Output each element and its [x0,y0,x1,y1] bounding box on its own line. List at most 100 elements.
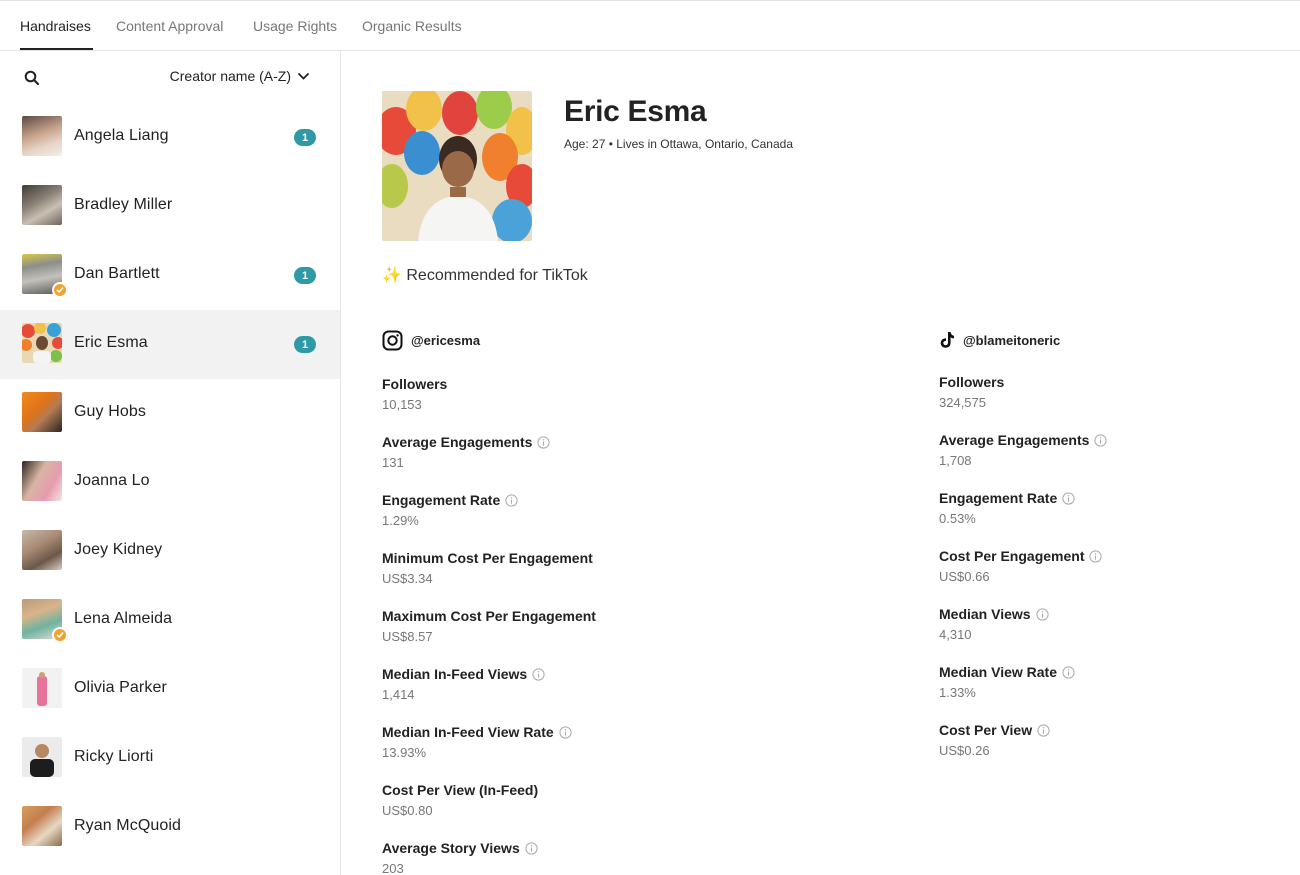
info-icon[interactable] [532,667,545,681]
instagram-metric-average-story-views: Average Story Views 203 [382,840,782,875]
info-icon[interactable] [1062,491,1075,505]
creator-row-eric-esma[interactable]: Eric Esma 1 [0,310,340,379]
avatar [22,806,62,846]
metric-label-text: Average Story Views [382,840,520,856]
creator-name: Lena Almeida [74,610,173,627]
metric-label: Engagement Rate [382,492,782,508]
metric-label-text: Cost Per View [939,722,1033,738]
active-tab-indicator [20,48,93,50]
instagram-metric-followers: Followers 10,153 [382,376,782,412]
metric-label-text: Median In-Feed View Rate [382,724,554,740]
metric-label-text: Maximum Cost Per Engagement [382,608,596,624]
info-icon[interactable] [1062,665,1075,679]
info-icon[interactable] [1089,549,1103,563]
instagram-handle-text: @ericesma [411,332,481,348]
metric-label-text: Followers [939,374,1005,390]
metric-value: 0.53% [939,511,976,526]
metric-value: 10,153 [382,397,422,412]
creator-name: Joanna Lo [74,472,150,489]
metric-label: Average Story Views [382,840,782,856]
creator-row-olivia-parker[interactable]: Olivia Parker [0,655,340,724]
avatar [22,185,62,225]
tab-handraises[interactable]: Handraises [20,18,91,34]
tiktok-metric-median-views: Median Views 4,310 [939,606,1300,642]
metric-label: Engagement Rate [939,490,1300,506]
creator-name: Dan Bartlett [74,265,160,282]
profile-meta: Age: 27 • Lives in Ottawa, Ontario, Cana… [564,137,793,151]
metric-value: US$3.34 [382,571,433,586]
creator-row-guy-hobs[interactable]: Guy Hobs [0,379,340,448]
metric-label-text: Median Views [939,606,1031,622]
creator-name: Bradley Miller [74,196,173,213]
metric-label: Maximum Cost Per Engagement [382,608,782,624]
creator-sidebar: Creator name (A-Z) Angela Liang 1 Bradle… [0,51,341,875]
creator-name: Ryan McQuoid [74,817,182,834]
tab-content-approval[interactable]: Content Approval [116,18,223,34]
avatar [22,323,62,363]
chevron-down-icon [297,72,310,80]
metric-label: Cost Per View (In-Feed) [382,782,782,798]
info-icon[interactable] [1037,723,1050,737]
creator-list: Angela Liang 1 Bradley Miller Dan Bartle… [0,103,340,862]
metric-label-text: Median In-Feed Views [382,666,528,682]
metric-label: Followers [382,376,782,392]
search-icon[interactable] [24,70,42,88]
recommendation-text: ✨ Recommended for TikTok [382,267,588,284]
instagram-handle[interactable]: @ericesma [382,329,802,351]
metric-label: Minimum Cost Per Engagement [382,550,782,566]
metric-label-text: Minimum Cost Per Engagement [382,550,593,566]
metric-value: 131 [382,455,404,470]
metric-label: Median View Rate [939,664,1300,680]
metric-value: 1,708 [939,453,972,468]
profile-name: Eric Esma [564,95,707,128]
instagram-metric-engagement-rate: Engagement Rate 1.29% [382,492,782,528]
instagram-stats: @ericesma Followers 10,153 Average Engagem… [382,329,802,875]
creator-name: Joey Kidney [74,541,163,558]
creator-row-dan-bartlett[interactable]: Dan Bartlett 1 [0,241,340,310]
tab-organic-results[interactable]: Organic Results [362,18,462,34]
creator-name: Angela Liang [74,127,169,144]
metric-label: Cost Per Engagement [939,548,1300,564]
info-icon[interactable] [1035,607,1049,621]
tiktok-icon [940,332,954,348]
metric-value: 4,310 [939,627,972,642]
creator-detail-panel: Eric Esma Age: 27 • Lives in Ottawa, Ont… [341,51,1300,875]
info-icon[interactable] [1094,433,1108,447]
metric-value: US$0.66 [939,569,990,584]
avatar [22,392,62,432]
tiktok-stats: @blameitoneric Followers 324,575 Average E… [939,329,1300,758]
handraise-count-badge: 1 [294,336,316,353]
metric-value: 324,575 [939,395,986,410]
sidebar-toolbar: Creator name (A-Z) [0,51,340,103]
info-icon[interactable] [505,493,518,507]
handraise-count-badge: 1 [294,129,316,146]
tiktok-handle[interactable]: @blameitoneric [939,329,1300,351]
sort-dropdown[interactable]: Creator name (A-Z) [170,68,310,84]
tiktok-metric-average-engagements: Average Engagements 1,708 [939,432,1300,468]
metric-label: Followers [939,374,1300,390]
metric-label: Average Engagements [939,432,1300,448]
creator-row-joanna-lo[interactable]: Joanna Lo [0,448,340,517]
tab-usage-rights[interactable]: Usage Rights [253,18,337,34]
metric-label: Average Engagements [382,434,782,450]
instagram-metric-cost-per-view-in-feed: Cost Per View (In-Feed) US$0.80 [382,782,782,818]
creator-row-joey-kidney[interactable]: Joey Kidney [0,517,340,586]
avatar [22,116,62,156]
info-icon[interactable] [559,725,572,739]
creator-row-ryan-mcquoid[interactable]: Ryan McQuoid [0,793,340,862]
info-icon[interactable] [537,435,551,449]
tiktok-metric-engagement-rate: Engagement Rate 0.53% [939,490,1300,526]
profile-photo [382,91,532,241]
info-icon[interactable] [525,841,538,855]
avatar [22,461,62,501]
creator-row-lena-almeida[interactable]: Lena Almeida [0,586,340,655]
avatar [22,668,62,708]
metric-value: US$0.26 [939,743,990,758]
creator-row-angela-liang[interactable]: Angela Liang 1 [0,103,340,172]
metric-label-text: Cost Per Engagement [939,548,1085,564]
metric-value: 1,414 [382,687,415,702]
creator-row-ricky-liorti[interactable]: Ricky Liorti [0,724,340,793]
creator-name: Ricky Liorti [74,748,154,765]
creator-row-bradley-miller[interactable]: Bradley Miller [0,172,340,241]
instagram-metric-median-in-feed-view-rate: Median In-Feed View Rate 13.93% [382,724,782,760]
